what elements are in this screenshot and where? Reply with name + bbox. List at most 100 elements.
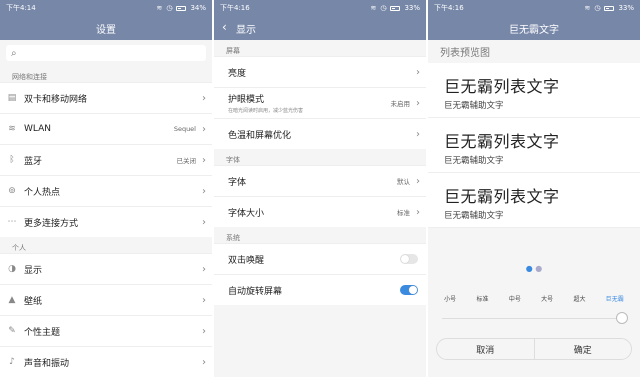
list-item[interactable]: 双击唤醒 [214, 243, 426, 274]
page-title: 显示 [236, 24, 256, 36]
list-item[interactable]: 字体大小 标准 › [214, 196, 426, 227]
section-header: 屏幕 [226, 47, 240, 55]
sound-icon: ♪ [9, 357, 15, 367]
chevron-right-icon: › [202, 185, 206, 197]
status-time: 下午4:16 [434, 4, 464, 12]
list-item[interactable]: ▲ 壁纸 › [0, 284, 212, 315]
status-bar: 下午4:14 ≋ ◷ 34% [0, 0, 212, 16]
preview-main-text: 巨无霸列表文字 [444, 132, 560, 151]
list-item[interactable]: 字体 默认 › [214, 165, 426, 196]
font-size-option[interactable]: 大号 [541, 294, 553, 303]
list-item[interactable]: ♪ 声音和振动 › [0, 346, 212, 377]
font-size-option[interactable]: 小号 [444, 294, 456, 303]
preview-sub-text: 巨无霸辅助文字 [444, 156, 504, 166]
giant-text-screen: 下午4:16 ≋ ◷ 33% 巨无霸文字 列表预览图 巨无霸列表文字 巨无霸辅助… [428, 0, 640, 377]
list-item-value: 默认 [397, 178, 410, 186]
chevron-right-icon: › [202, 325, 206, 337]
list-item-label: 个性主题 [24, 327, 61, 338]
status-right: ≋ ◷ 33% [370, 4, 420, 12]
alarm-icon: ◷ [380, 4, 387, 12]
list-item-value: Sequel [173, 125, 196, 133]
chevron-right-icon: › [202, 263, 206, 275]
chevron-right-icon: › [202, 216, 206, 228]
more-icon: ⋯ [7, 217, 17, 227]
cancel-button[interactable]: 取消 [437, 339, 534, 359]
page-title-bar: 巨无霸文字 [428, 16, 640, 40]
font-size-option[interactable]: 超大 [573, 294, 585, 303]
confirm-button[interactable]: 确定 [533, 339, 632, 359]
preview-item: 巨无霸列表文字 巨无霸辅助文字 [428, 118, 640, 173]
list-item[interactable]: ᛒ 蓝牙 已关闭 › [0, 144, 212, 175]
list-item[interactable]: ⊚ 个人热点 › [0, 175, 212, 206]
list-item-label: 亮度 [228, 68, 247, 79]
status-bar: 下午4:16 ≋ ◷ 33% [428, 0, 640, 16]
list-item[interactable]: 亮度 › [214, 56, 426, 87]
battery-percent: 34% [190, 4, 206, 12]
list-item[interactable]: ≋ WLAN Sequel › [0, 113, 212, 144]
list-item-subtitle: 在暗光阅读时启用，减少蓝光伤害 [228, 108, 304, 114]
back-icon[interactable]: ‹ [222, 21, 227, 33]
list-item-label: 字体大小 [228, 208, 265, 219]
theme-icon: ✎ [8, 326, 16, 336]
hotspot-icon: ⊚ [8, 186, 16, 196]
list-item[interactable]: ✎ 个性主题 › [0, 315, 212, 346]
list-item-label: 字体 [228, 177, 247, 188]
bluetooth-icon: ᛒ [9, 155, 15, 165]
wifi-icon: ≋ [8, 124, 16, 134]
alarm-icon: ◷ [594, 4, 601, 12]
wifi-status-icon: ≋ [156, 4, 163, 12]
list-item-value: 标准 [397, 209, 410, 217]
battery-icon [176, 5, 187, 11]
list-item[interactable]: 自动旋转屏幕 [214, 274, 426, 305]
font-size-option[interactable]: 巨无霸 [606, 294, 624, 303]
toggle-switch[interactable] [400, 285, 418, 295]
chevron-right-icon: › [202, 294, 206, 306]
font-size-option[interactable]: 标准 [476, 294, 488, 303]
battery-icon [390, 5, 401, 11]
list-item-label: 护眼模式 [228, 95, 265, 105]
list-item[interactable]: 色温和屏幕优化 › [214, 118, 426, 149]
search-input[interactable]: ⌕ [6, 45, 206, 61]
font-size-slider-knob[interactable] [616, 312, 628, 324]
status-time: 下午4:14 [6, 4, 36, 12]
status-right: ≋ ◷ 34% [156, 4, 206, 12]
chevron-right-icon: › [416, 66, 420, 78]
list-item[interactable]: ⋯ 更多连接方式 › [0, 206, 212, 237]
sim-icon: ▤ [7, 93, 17, 103]
list-item-value: 未启用 [390, 100, 411, 108]
chevron-right-icon: › [416, 175, 420, 187]
preview-main-text: 巨无霸列表文字 [444, 187, 560, 206]
search-icon: ⌕ [11, 47, 17, 59]
list-item-label: 双击唤醒 [228, 255, 265, 266]
list-item-label: 更多连接方式 [24, 218, 79, 229]
toggle-switch[interactable] [400, 254, 418, 264]
settings-screen: 下午4:14 ≋ ◷ 34% 设置 ⌕ 网络和连接 ▤ 双卡和移动网络 › ≋ W… [0, 0, 212, 377]
dialog-buttons: 取消 确定 [436, 338, 632, 360]
font-size-slider-track[interactable] [442, 318, 626, 319]
section-header: 字体 [226, 156, 240, 164]
chevron-right-icon: › [202, 154, 206, 166]
page-indicator: ● ● [525, 264, 543, 273]
wallpaper-icon: ▲ [8, 295, 16, 305]
preview-label: 列表预览图 [440, 48, 490, 59]
list-item[interactable]: ◑ 显示 › [0, 253, 212, 284]
chevron-right-icon: › [202, 123, 206, 135]
preview-item: 巨无霸列表文字 巨无霸辅助文字 [428, 173, 640, 228]
chevron-right-icon: › [416, 206, 420, 218]
list-item-label: 色温和屏幕优化 [228, 130, 292, 141]
page-title-bar: 设置 [0, 16, 212, 40]
section-header: 个人 [12, 244, 26, 252]
list-item-label: 声音和振动 [24, 358, 70, 369]
preview-item: 巨无霸列表文字 巨无霸辅助文字 [428, 63, 640, 118]
list-item[interactable]: 护眼模式 在暗光阅读时启用，减少蓝光伤害 未启用 › [214, 87, 426, 118]
status-time: 下午4:16 [220, 4, 250, 12]
chevron-right-icon: › [202, 92, 206, 104]
preview-sub-text: 巨无霸辅助文字 [444, 211, 504, 221]
font-size-option[interactable]: 中号 [509, 294, 521, 303]
list-item-label: 壁纸 [24, 296, 43, 307]
battery-percent: 33% [404, 4, 420, 12]
list-item[interactable]: ▤ 双卡和移动网络 › [0, 82, 212, 113]
status-bar: 下午4:16 ≋ ◷ 33% [214, 0, 426, 16]
list-item-value: 已关闭 [176, 157, 197, 165]
preview-main-text: 巨无霸列表文字 [444, 77, 560, 96]
